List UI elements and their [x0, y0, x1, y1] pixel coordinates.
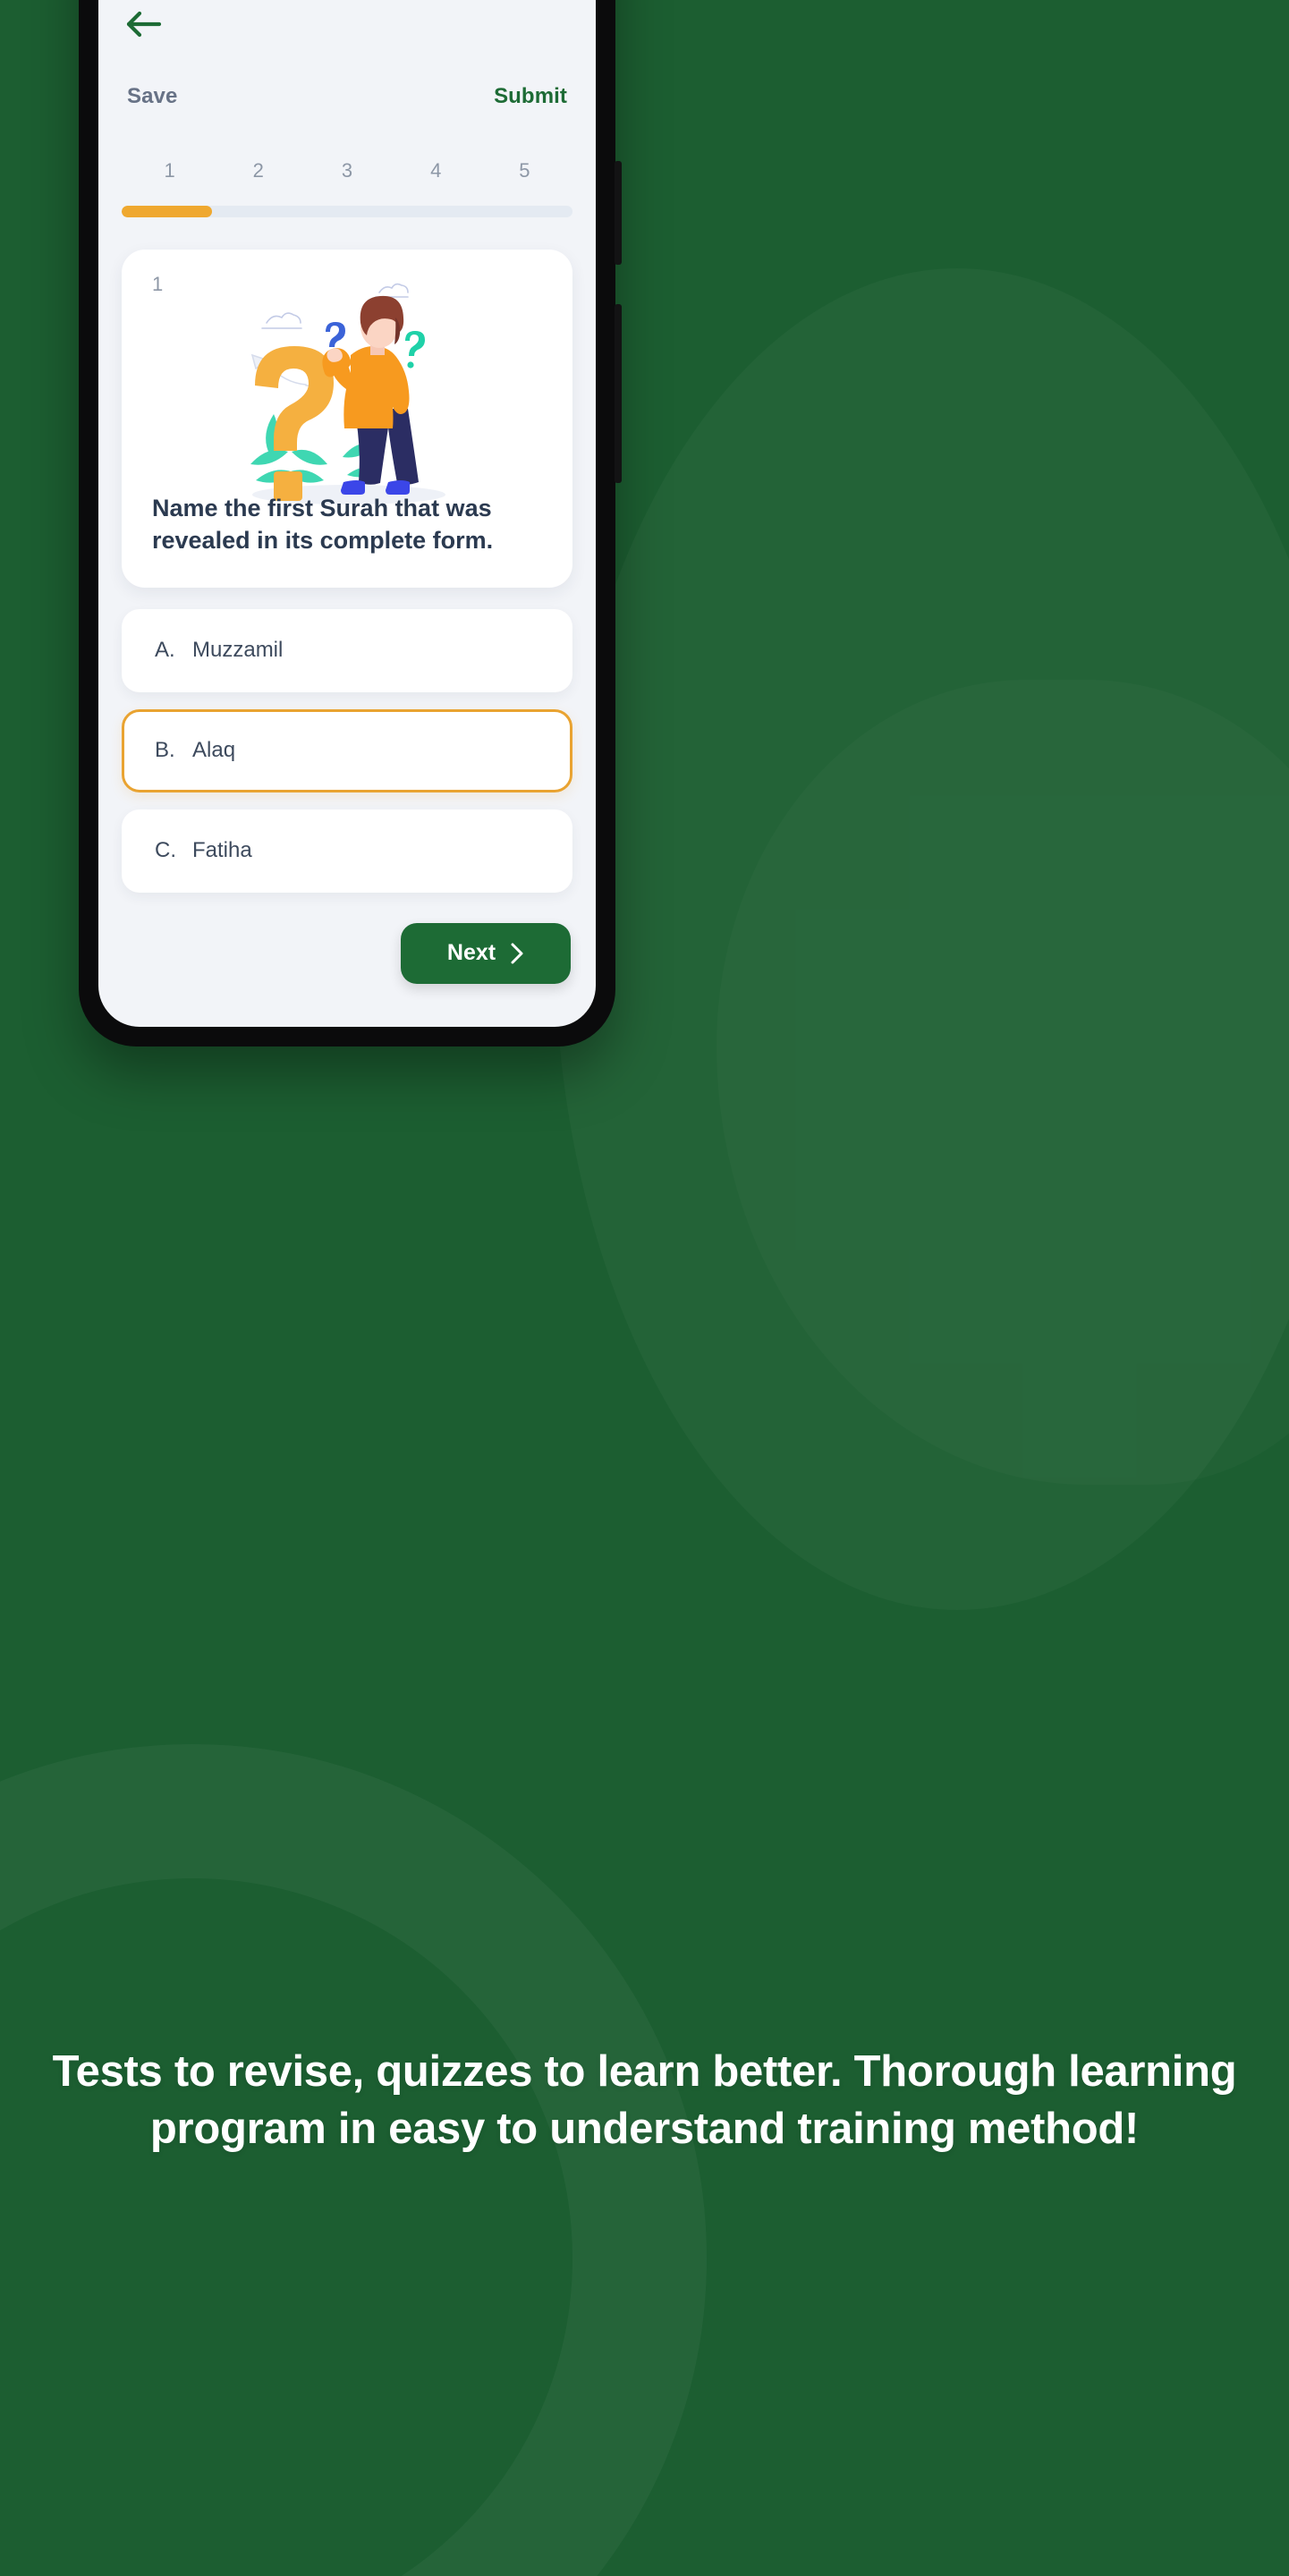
action-row: Save Submit [122, 84, 572, 109]
arrow-left-icon [126, 11, 162, 38]
step-number[interactable]: 2 [214, 159, 302, 182]
step-number[interactable]: 5 [480, 159, 569, 182]
chevron-right-icon [511, 943, 523, 964]
option-a[interactable]: A. Muzzamil [122, 608, 572, 692]
background-blob-shape-secondary [717, 680, 1289, 1485]
confused-person-question-mark-icon [250, 283, 445, 504]
question-card: 1 Name the first Surah that was revealed… [122, 250, 572, 588]
step-number[interactable]: 3 [302, 159, 391, 182]
progress-bar-fill [122, 206, 212, 217]
marketing-caption: Tests to revise, quizzes to learn better… [52, 2047, 1237, 2153]
next-row: Next [122, 922, 572, 984]
phone-power-button[interactable] [615, 304, 622, 483]
step-number[interactable]: 1 [125, 159, 214, 182]
next-button[interactable]: Next [401, 922, 571, 984]
progress-bar [122, 206, 572, 217]
phone-volume-button[interactable] [615, 161, 622, 265]
save-button[interactable]: Save [127, 84, 177, 109]
option-letter: B. [155, 738, 175, 763]
back-button[interactable] [122, 0, 572, 39]
phone-screen: Save Submit 1 2 3 4 5 1 Name the first S… [98, 0, 596, 1027]
question-text: Name the first Surah that was revealed i… [152, 495, 494, 554]
background-arc-shape [0, 1744, 707, 2576]
option-letter: A. [155, 638, 175, 663]
step-indicator: 1 2 3 4 5 [122, 159, 572, 182]
option-label: Alaq [192, 738, 236, 763]
option-letter: C. [155, 838, 176, 863]
step-number[interactable]: 4 [392, 159, 480, 182]
option-b[interactable]: B. Alaq [122, 708, 572, 792]
option-label: Muzzamil [192, 638, 284, 663]
next-button-label: Next [446, 940, 496, 966]
options-list: A. Muzzamil B. Alaq C. Fatiha [122, 608, 572, 893]
option-label: Fatiha [192, 838, 252, 863]
phone-mockup: Save Submit 1 2 3 4 5 1 Name the first S… [79, 0, 622, 1046]
submit-button[interactable]: Submit [494, 84, 567, 109]
question-illustration [145, 273, 549, 504]
background-blob-shape [555, 268, 1289, 1610]
option-c[interactable]: C. Fatiha [122, 809, 572, 893]
